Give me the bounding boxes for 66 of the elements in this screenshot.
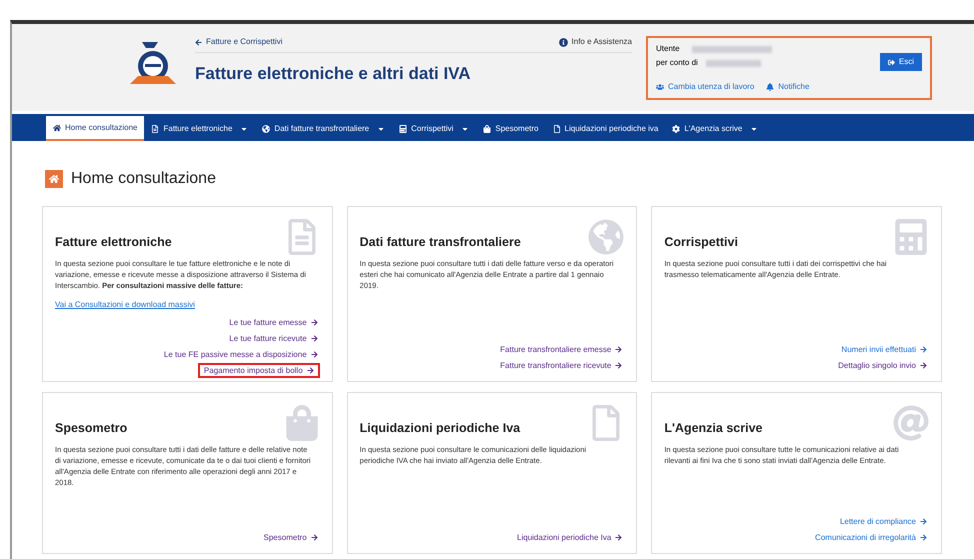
arrow-right-icon xyxy=(615,346,622,353)
globe-icon xyxy=(262,124,270,132)
on-behalf-label: per conto di xyxy=(656,57,698,69)
section-link[interactable]: Le tue fatture emesse xyxy=(227,314,320,330)
nav-tab[interactable]: Liquidazioni periodiche iva xyxy=(546,116,666,141)
section-link[interactable]: Spesometro xyxy=(262,530,320,545)
section-link[interactable]: Le tue fatture ricevute xyxy=(227,330,320,346)
section-link[interactable]: Dettaglio singolo invio xyxy=(836,358,929,373)
card-title: Liquidazioni periodiche Iva xyxy=(360,420,520,437)
page-title: Home consultazione xyxy=(71,169,216,189)
card-title: Spesometro xyxy=(55,420,128,437)
globe-icon xyxy=(588,219,624,255)
nav-tab[interactable]: Fatture elettroniche xyxy=(144,116,256,141)
app-title: Fatture elettroniche e altri dati IVA xyxy=(195,63,472,85)
arrow-right-icon xyxy=(615,362,622,369)
arrow-right-icon xyxy=(310,534,318,541)
card-title: Corrispettivi xyxy=(664,234,738,251)
section-link[interactable]: Liquidazioni periodiche Iva xyxy=(515,530,624,545)
section-link[interactable]: Lettere di compliance xyxy=(838,514,929,529)
help-link[interactable]: Info e Assistenza xyxy=(558,36,632,48)
logout-icon xyxy=(888,58,895,66)
calculator-icon xyxy=(399,124,408,132)
logo-icon xyxy=(128,40,178,86)
users-icon xyxy=(656,83,664,91)
arrow-right-icon xyxy=(615,534,622,541)
document-icon xyxy=(151,124,160,132)
arrow-right-icon xyxy=(310,334,318,342)
section-link[interactable]: Le tue FE passive messe a disposizione xyxy=(162,346,320,362)
arrow-right-icon xyxy=(920,518,927,525)
section-link[interactable]: Fatture transfrontaliere ricevute xyxy=(498,358,624,373)
arrow-left-icon xyxy=(195,38,202,46)
bag-icon xyxy=(284,405,320,441)
card-title: Dati fatture transfrontaliere xyxy=(360,234,521,251)
arrow-right-icon xyxy=(920,346,927,353)
change-user-link[interactable]: Cambia utenza di lavoro xyxy=(656,81,754,93)
arrow-right-icon xyxy=(920,362,927,369)
bag-icon xyxy=(483,124,492,132)
home-icon xyxy=(53,124,61,132)
logout-button[interactable]: Esci xyxy=(880,53,922,71)
info-icon xyxy=(558,38,568,46)
section-link[interactable]: Fatture transfrontaliere emesse xyxy=(498,342,624,357)
redacted-text xyxy=(706,60,761,66)
consultation-link[interactable]: Vai a Consultazioni e download massivi xyxy=(55,300,195,309)
section-link[interactable]: Pagamento imposta di bollo xyxy=(198,362,320,378)
arrow-right-icon xyxy=(920,534,927,541)
arrow-right-icon xyxy=(306,366,314,374)
at-sign-icon xyxy=(892,405,929,441)
section-link[interactable]: Comunicazioni di irregolarità xyxy=(813,530,929,545)
notifications-link[interactable]: Notifiche xyxy=(766,81,810,93)
card-title: L'Agenzia scrive xyxy=(664,420,762,437)
file-icon xyxy=(552,124,561,132)
nav-tab[interactable]: Dati fatture transfrontaliere xyxy=(255,116,392,141)
gear-icon xyxy=(672,124,680,132)
user-label: Utente xyxy=(656,43,680,55)
nav-tab[interactable]: Spesometro xyxy=(476,116,546,141)
nav-tab[interactable]: Corrispettivi xyxy=(392,116,476,141)
arrow-right-icon xyxy=(310,318,318,326)
card-title: Fatture elettroniche xyxy=(55,234,172,251)
home-icon xyxy=(49,174,59,184)
nav-tab[interactable]: L'Agenzia scrive xyxy=(665,116,766,141)
nav-tab[interactable]: Home consultazione xyxy=(46,116,144,141)
calculator-icon xyxy=(892,219,929,255)
section-link[interactable]: Numeri invii effettuati xyxy=(839,342,929,357)
arrow-right-icon xyxy=(310,350,318,358)
bell-icon xyxy=(766,83,774,91)
breadcrumb-link[interactable]: Fatture e Corrispettivi xyxy=(195,36,282,48)
